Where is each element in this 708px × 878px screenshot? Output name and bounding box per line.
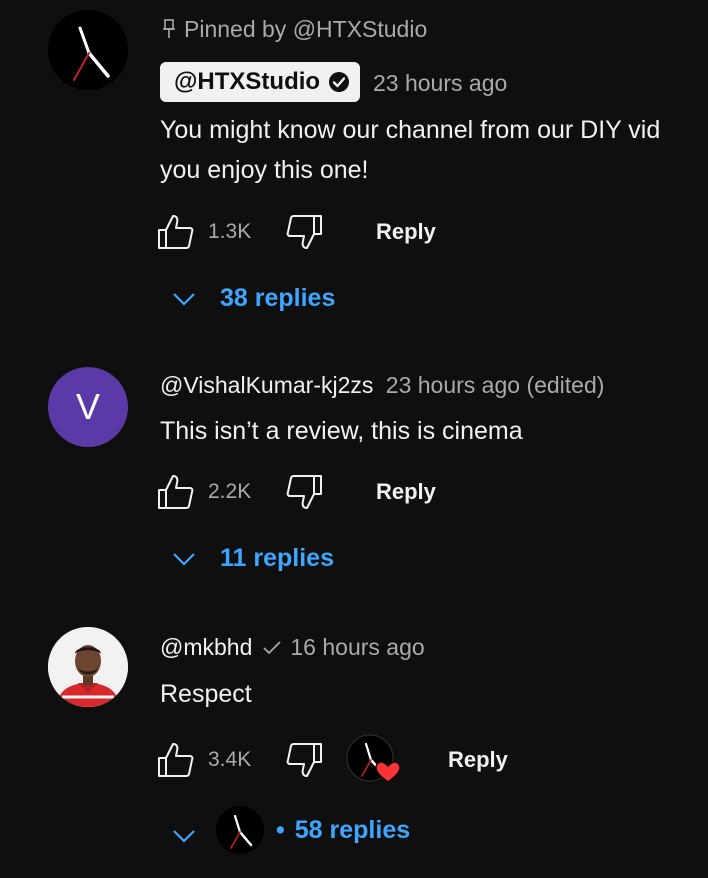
reply-button[interactable]: Reply [376, 219, 436, 245]
chevron-down-icon [173, 830, 195, 843]
view-replies-button[interactable]: 11 replies [172, 544, 334, 573]
author-handle: @HTXStudio [174, 68, 321, 95]
comment-text: Respect [160, 680, 252, 708]
like-icon[interactable] [157, 741, 195, 779]
htx-avatar[interactable] [48, 10, 128, 90]
check-icon [263, 640, 282, 654]
comment-timestamp[interactable]: 23 hours ago (edited) [386, 372, 605, 398]
htx-reply-avatar-icon [216, 806, 264, 854]
comment-text-line: you enjoy this one! [160, 156, 369, 184]
creator-heart [346, 734, 402, 786]
comment-text: You might know our channel from our DIY … [160, 110, 660, 190]
like-count: 2.2K [208, 480, 252, 503]
vishal-avatar[interactable]: V [48, 367, 128, 447]
bullet-separator: • [276, 815, 285, 844]
reply-button[interactable]: Reply [448, 747, 508, 773]
verified-icon [329, 72, 350, 92]
like-count: 3.4K [208, 748, 252, 771]
reply-button[interactable]: Reply [376, 479, 436, 505]
comment-timestamp[interactable]: 23 hours ago [373, 70, 507, 97]
author-badge-htx[interactable]: @HTXStudio [160, 62, 361, 102]
replies-count-label: 11 replies [220, 544, 334, 572]
dislike-icon[interactable] [285, 213, 323, 251]
comment-text-line: You might know our channel from our DIY … [160, 116, 661, 144]
comment-header: @mkbhd 16 hours ago [160, 634, 425, 661]
chevron-down-icon [173, 292, 195, 306]
comment-timestamp[interactable]: 16 hours ago [290, 634, 424, 661]
profile-photo-icon [48, 627, 128, 707]
mkbhd-avatar[interactable] [48, 627, 128, 707]
htx-logo-icon [48, 10, 128, 90]
author-handle[interactable]: @VishalKumar-kj2zs [160, 372, 373, 398]
chevron-down-icon [173, 552, 195, 566]
comment-header: @VishalKumar-kj2zs 23 hours ago (edited) [160, 372, 604, 399]
view-replies-button[interactable]: • 58 replies [172, 806, 410, 854]
dislike-icon[interactable] [285, 473, 323, 511]
author-handle[interactable]: @mkbhd [160, 634, 252, 661]
like-icon[interactable] [157, 473, 195, 511]
like-count: 1.3K [208, 220, 252, 243]
like-icon[interactable] [157, 213, 195, 251]
heart-icon [346, 734, 401, 783]
replies-count-label: 38 replies [220, 284, 336, 312]
pinned-label: Pinned by @HTXStudio [162, 16, 427, 43]
replies-count-label: 58 replies [294, 815, 411, 844]
comment-text: This isn’t a review, this is cinema [160, 417, 523, 445]
pinned-by-text: Pinned by @HTXStudio [184, 16, 428, 42]
dislike-icon[interactable] [285, 741, 323, 779]
pin-icon [163, 19, 175, 38]
view-replies-button[interactable]: 38 replies [172, 284, 335, 313]
avatar-letter: V [75, 386, 100, 427]
